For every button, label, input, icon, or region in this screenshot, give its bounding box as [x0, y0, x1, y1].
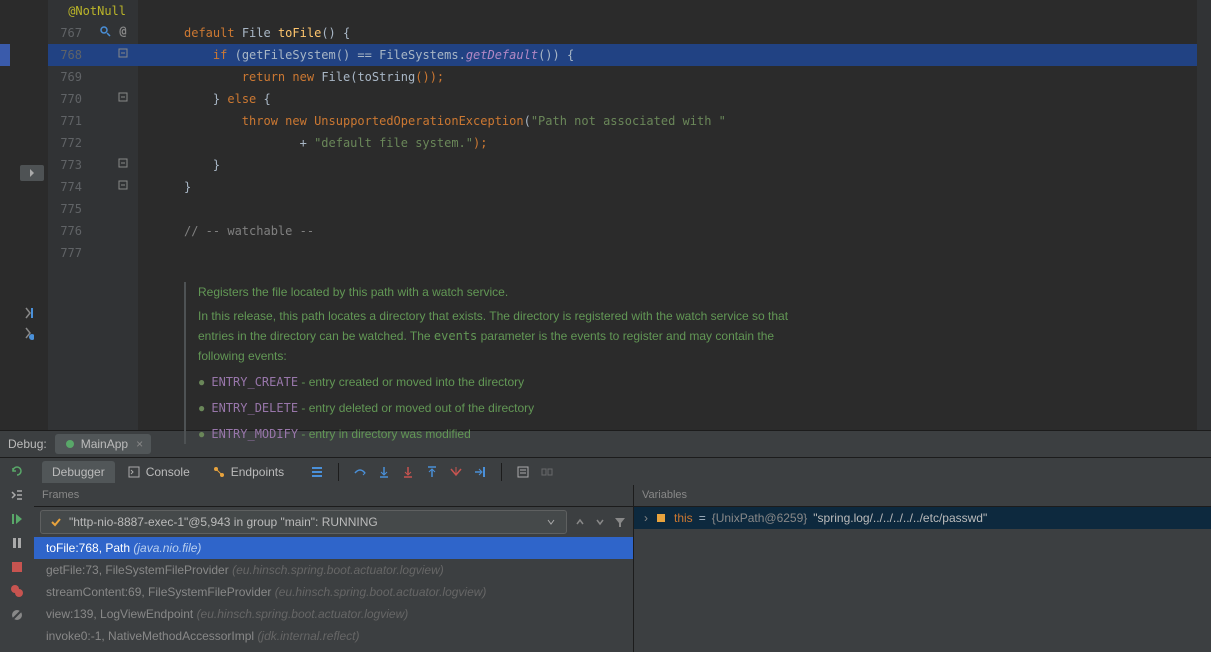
line-number-gutter: @NotNull 767 @ 768 769 770 771 772 773 7…: [48, 0, 138, 430]
variable-row[interactable]: › this = {UnixPath@6259} "spring.log/../…: [634, 507, 1211, 529]
search-icon[interactable]: [98, 24, 112, 38]
variables-title: Variables: [634, 485, 1211, 507]
frames-title: Frames: [34, 485, 633, 507]
chevron-right-icon[interactable]: [22, 306, 36, 320]
debug-left-toolbar: [0, 458, 34, 652]
fold-icon[interactable]: [116, 46, 130, 60]
editor-scrollbar[interactable]: [1197, 0, 1211, 430]
line-number[interactable]: 773: [48, 154, 138, 176]
frame-item[interactable]: view:139, LogViewEndpoint (eu.hinsch.spr…: [34, 603, 633, 625]
line-number[interactable]: 768: [48, 44, 138, 66]
debugger-tab[interactable]: Debugger: [42, 461, 115, 483]
debug-label: Debug:: [8, 437, 47, 451]
drop-frame-icon[interactable]: [449, 465, 463, 479]
javadoc-block: Registers the file located by this path …: [184, 282, 804, 444]
line-number[interactable]: 774: [48, 176, 138, 198]
fold-icon[interactable]: [116, 90, 130, 104]
step-into-icon[interactable]: [377, 465, 391, 479]
override-icon[interactable]: @: [116, 24, 130, 38]
editor-area: @NotNull 767 @ 768 769 770 771 772 773 7…: [0, 0, 1211, 430]
chevron-right-icon[interactable]: ›: [644, 511, 648, 525]
trace-icon[interactable]: [540, 465, 554, 479]
step-over-icon[interactable]: [353, 465, 367, 479]
stop-icon[interactable]: [10, 560, 24, 574]
frame-item[interactable]: getFile:73, FileSystemFileProvider (eu.h…: [34, 559, 633, 581]
line-number[interactable]: 776: [48, 220, 138, 242]
frames-list[interactable]: toFile:768, Path (java.nio.file) getFile…: [34, 537, 633, 652]
line-number[interactable]: 770: [48, 88, 138, 110]
frame-item[interactable]: invoke0:-1, NativeMethodAccessorImpl (jd…: [34, 625, 633, 647]
line-number[interactable]: 777: [48, 242, 138, 264]
breakpoint-stripe: [0, 44, 10, 66]
line-number[interactable]: 769: [48, 66, 138, 88]
line-number[interactable]: 775: [48, 198, 138, 220]
bug-icon: [63, 437, 77, 451]
line-number[interactable]: 771: [48, 110, 138, 132]
endpoints-tab[interactable]: Endpoints: [202, 461, 294, 483]
pause-icon[interactable]: [10, 536, 24, 550]
run-config-tab[interactable]: MainApp ×: [55, 434, 151, 454]
mute-breakpoints-icon[interactable]: [10, 608, 24, 622]
evaluate-icon[interactable]: [516, 465, 530, 479]
threads-icon[interactable]: [310, 465, 324, 479]
debug-tool-window: Debug: MainApp × Debugger Console: [0, 430, 1211, 652]
settings-icon[interactable]: [10, 488, 24, 502]
frame-item[interactable]: toFile:768, Path (java.nio.file): [34, 537, 633, 559]
filter-icon[interactable]: [613, 515, 627, 529]
expand-arrow-button[interactable]: [20, 165, 44, 181]
fold-end-icon[interactable]: [116, 178, 130, 192]
prev-frame-icon[interactable]: [573, 515, 587, 529]
thread-selector-row: "http-nio-8887-exec-1"@5,943 in group "m…: [34, 507, 633, 537]
line-number[interactable]: 767 @: [48, 22, 138, 44]
fold-end-icon[interactable]: [116, 156, 130, 170]
force-step-into-icon[interactable]: [401, 465, 415, 479]
view-breakpoints-icon[interactable]: [10, 584, 24, 598]
close-icon[interactable]: ×: [136, 437, 143, 451]
check-icon: [49, 515, 63, 529]
rerun-icon[interactable]: [10, 464, 24, 478]
object-icon: [654, 511, 668, 525]
frame-item[interactable]: streamContent:69, FileSystemFileProvider…: [34, 581, 633, 603]
annotation-line: @NotNull: [48, 0, 138, 22]
run-to-cursor-icon[interactable]: [473, 465, 487, 479]
next-frame-icon[interactable]: [593, 515, 607, 529]
code-editor[interactable]: default File toFile() { if (getFileSyste…: [138, 0, 1197, 430]
frames-panel: Frames "http-nio-8887-exec-1"@5,943 in g…: [34, 485, 634, 652]
console-tab[interactable]: Console: [117, 461, 200, 483]
debug-tabs: Debugger Console Endpoints: [34, 458, 1211, 485]
endpoints-icon: [212, 465, 226, 479]
variables-panel: Variables › this = {UnixPath@6259} "spri…: [634, 485, 1211, 652]
thread-dropdown[interactable]: "http-nio-8887-exec-1"@5,943 in group "m…: [40, 510, 567, 534]
chevron-down-icon: [544, 515, 558, 529]
chevron-right-icon-2[interactable]: [22, 326, 36, 340]
left-gutter: [0, 0, 48, 430]
step-out-icon[interactable]: [425, 465, 439, 479]
line-number[interactable]: 772: [48, 132, 138, 154]
resume-icon[interactable]: [10, 512, 24, 526]
console-icon: [127, 465, 141, 479]
